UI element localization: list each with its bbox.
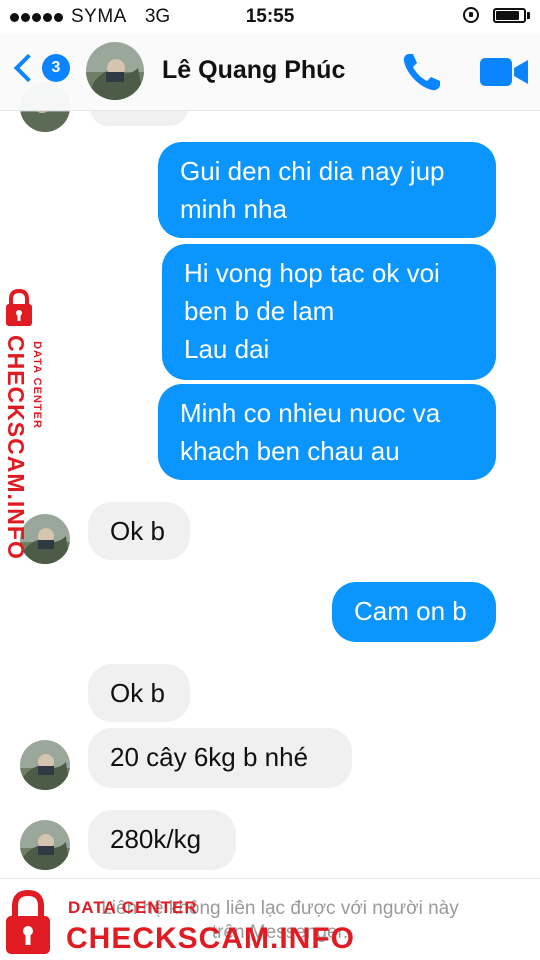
battery-cap-icon <box>527 11 530 19</box>
message-bubble-outgoing[interactable]: Gui den chi dia nay jup minh nha <box>158 142 496 238</box>
message-line: 20 cây 6kg b nhé <box>110 742 309 772</box>
message-bubble-incoming[interactable]: Ok b <box>88 664 190 722</box>
back-button[interactable]: 3 <box>12 53 70 83</box>
status-time: 15:55 <box>245 6 295 27</box>
message-line: minh nha <box>180 194 287 224</box>
contact-name[interactable]: Lê Quang Phúc <box>162 56 345 85</box>
contact-avatar-small[interactable] <box>20 820 70 870</box>
message-line: khach ben chau au <box>180 436 400 466</box>
message-line: Cam on b <box>354 596 467 626</box>
message-bubble-outgoing[interactable]: Cam on b <box>332 582 496 642</box>
message-bubble-outgoing[interactable]: Minh co nhieu nuoc va khach ben chau au <box>158 384 496 480</box>
status-right <box>463 7 530 23</box>
watermark-bottom: DATA CENTER CHECKSCAM.INFO <box>0 884 540 960</box>
message-line: Ok b <box>110 678 165 708</box>
message-line: ben b de lam <box>184 296 335 326</box>
avatar-photo-icon <box>20 740 70 790</box>
message-line: Lau dai <box>184 334 270 364</box>
video-call-button[interactable] <box>478 52 530 92</box>
message-line: Minh co nhieu nuoc va <box>180 398 441 428</box>
contact-avatar-small[interactable] <box>20 740 70 790</box>
unread-count-badge: 3 <box>42 54 70 82</box>
battery-level-fill <box>496 10 519 20</box>
watermark-tag: DATA CENTER <box>31 341 43 429</box>
watermark-brand: CHECKSCAM.INFO <box>66 922 355 955</box>
conversation-header: 3 Lê Quang Phúc <box>0 34 540 111</box>
message-line: Gui den chi dia nay jup <box>180 156 445 186</box>
message-line: 280k/kg <box>110 824 202 854</box>
battery-icon <box>493 7 526 23</box>
message-line: Hi vong hop tac ok voi <box>184 258 440 288</box>
phone-call-button[interactable] <box>398 48 446 96</box>
status-bar: SYMA 3G 15:55 <box>0 0 540 34</box>
watermark-tag: DATA CENTER <box>68 898 198 917</box>
contact-avatar[interactable] <box>86 42 144 100</box>
padlock-icon <box>6 889 50 954</box>
message-bubble-incoming[interactable]: 20 cây 6kg b nhé <box>88 728 352 788</box>
message-bubble-outgoing[interactable]: Hi vong hop tac ok voi ben b de lam Lau … <box>162 244 496 380</box>
padlock-icon <box>6 288 32 326</box>
video-camera-icon <box>480 58 528 86</box>
avatar-photo-icon <box>20 820 70 870</box>
messenger-screen: SYMA 3G 15:55 3 Lê Quang Phúc Gui den ch… <box>0 0 540 960</box>
watermark-side: DATA CENTER CHECKSCAM.INFO <box>2 288 62 560</box>
message-bubble-incoming[interactable]: Ok b <box>88 502 190 560</box>
message-line: Ok b <box>110 516 165 546</box>
rotation-lock-icon <box>463 7 479 23</box>
phone-icon <box>403 54 440 91</box>
watermark-brand: CHECKSCAM.INFO <box>3 335 29 560</box>
avatar-photo-icon <box>86 42 144 100</box>
message-bubble-incoming[interactable]: 280k/kg <box>88 810 236 870</box>
chevron-left-icon <box>13 53 43 83</box>
